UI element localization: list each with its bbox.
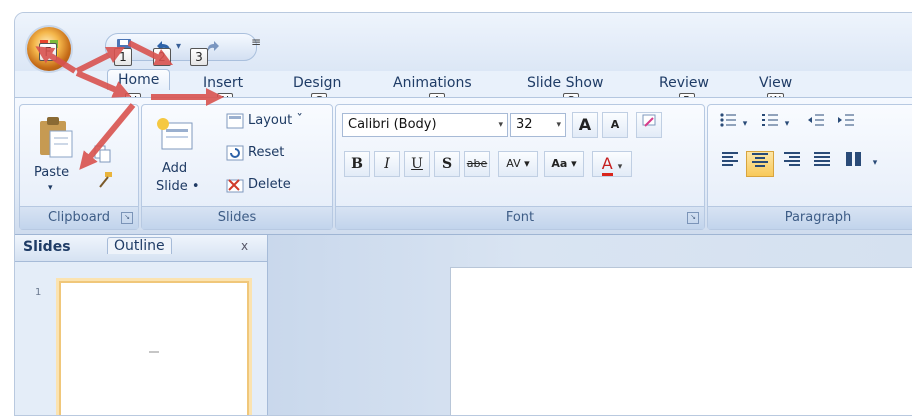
align-right-icon: [784, 152, 800, 166]
tab-review[interactable]: Review: [659, 75, 709, 91]
font-group: Calibri (Body) ▾ 32 ▾ A A B I U S abe AV ▾…: [335, 104, 705, 230]
underline-glyph: U: [411, 156, 423, 172]
layout-button[interactable]: Layout ˇ: [248, 113, 303, 128]
clipboard-group-label: Clipboard ↘: [20, 206, 138, 229]
underline-button[interactable]: U: [404, 151, 430, 177]
pane-tab-strip: Slides Outline x: [15, 235, 267, 262]
format-painter-icon[interactable]: [96, 171, 114, 193]
title-bar: ▾ ≡ F 1 2 3: [15, 13, 912, 71]
paste-icon[interactable]: [36, 115, 76, 165]
font-color-button[interactable]: A ▾: [592, 151, 632, 177]
delete-button[interactable]: Delete: [248, 177, 291, 192]
columns-icon: [846, 152, 861, 166]
center-button[interactable]: [746, 151, 774, 177]
tab-home[interactable]: Home: [107, 69, 171, 90]
tab-view[interactable]: View: [759, 75, 792, 91]
decrease-indent-button[interactable]: [802, 112, 830, 138]
change-case-button[interactable]: Aa ▾: [544, 151, 584, 177]
strikethrough-button[interactable]: abe: [464, 151, 490, 177]
new-slide-button[interactable]: Slide •: [156, 179, 200, 194]
numbering-icon: [762, 114, 778, 126]
tab-slide-show[interactable]: Slide Show: [527, 75, 603, 91]
decrease-indent-icon: [808, 114, 824, 126]
paragraph-group-label: Paragraph: [708, 206, 912, 229]
font-size-combo[interactable]: 32 ▾: [510, 113, 566, 137]
justify-icon: [814, 152, 830, 166]
delete-icon: [226, 177, 244, 197]
tab-slides[interactable]: Slides: [23, 239, 71, 255]
bold-button[interactable]: B: [344, 151, 370, 177]
bullets-icon: [720, 113, 736, 127]
tab-insert[interactable]: Insert: [203, 75, 243, 91]
clipboard-group: Paste ▾ Clipboard ↘: [19, 104, 139, 230]
spacing-glyph: AV: [506, 157, 521, 170]
keytip-qat-2: 2: [153, 48, 171, 66]
keytip-qat-3: 3: [190, 48, 208, 66]
slide-number: 1: [35, 287, 42, 298]
strike-glyph: abe: [466, 157, 488, 170]
powerpoint-window: ▾ ≡ F 1 2 3 Home Insert Design Animation…: [14, 12, 912, 416]
align-left-icon: [722, 152, 738, 166]
bullets-dropdown-icon[interactable]: ▾: [738, 112, 752, 138]
italic-glyph: I: [384, 156, 390, 172]
columns-dropdown-icon[interactable]: ▾: [868, 151, 882, 177]
reset-button[interactable]: Reset: [248, 145, 284, 160]
clear-formatting-icon: [642, 114, 656, 127]
shrink-font-button[interactable]: A: [602, 112, 628, 138]
italic-button[interactable]: I: [374, 151, 400, 177]
tab-outline[interactable]: Outline: [107, 237, 172, 254]
new-slide-icon[interactable]: [156, 117, 194, 157]
columns-button[interactable]: [840, 151, 868, 177]
font-name-dropdown-icon[interactable]: ▾: [498, 114, 503, 136]
tab-design[interactable]: Design: [293, 75, 341, 91]
align-right-button[interactable]: [778, 151, 806, 177]
add-slide-label[interactable]: Add: [162, 161, 187, 176]
slide-thumbnail[interactable]: [59, 281, 249, 415]
font-group-label: Font ↘: [336, 206, 704, 229]
slides-outline-pane: Slides Outline x 1: [15, 235, 268, 415]
align-left-button[interactable]: [716, 151, 744, 177]
thumbnail-placeholder-mark: [149, 351, 159, 353]
bold-glyph: B: [351, 156, 363, 172]
customize-toolbar-icon[interactable]: ≡: [251, 35, 261, 49]
slide-canvas[interactable]: [450, 267, 912, 415]
copy-icon[interactable]: [94, 145, 112, 167]
tab-animations[interactable]: Animations: [393, 75, 472, 91]
slides-group: Add Slide • Layout ˇ Reset Delete Slides: [141, 104, 333, 230]
justify-button[interactable]: [808, 151, 836, 177]
close-pane-icon[interactable]: x: [241, 239, 248, 253]
shadow-glyph: S: [441, 156, 453, 172]
shrink-font-glyph: A: [610, 118, 620, 131]
font-size-value: 32: [516, 117, 533, 132]
font-size-dropdown-icon[interactable]: ▾: [556, 114, 561, 136]
clipboard-dialog-launcher-icon[interactable]: ↘: [121, 212, 133, 224]
paste-dropdown-icon[interactable]: ▾: [48, 183, 53, 193]
keytip-qat-1: 1: [114, 48, 132, 66]
slides-group-label: Slides: [142, 206, 332, 229]
grow-font-button[interactable]: A: [572, 112, 598, 138]
text-shadow-button[interactable]: S: [434, 151, 460, 177]
font-name-value: Calibri (Body): [348, 117, 437, 132]
increase-indent-button[interactable]: [832, 112, 860, 138]
layout-icon: [226, 113, 244, 133]
ribbon: Paste ▾ Clipboard↘ Add Slide • Layout ˇ: [15, 97, 912, 235]
slide-editing-area: [268, 235, 912, 415]
font-name-combo[interactable]: Calibri (Body) ▾: [342, 113, 508, 137]
font-color-dropdown-icon[interactable]: ▾: [618, 162, 623, 172]
paste-button[interactable]: Paste: [34, 165, 69, 180]
font-dialog-launcher-icon[interactable]: ↘: [687, 212, 699, 224]
grow-font-glyph: A: [578, 115, 592, 134]
increase-indent-icon: [838, 114, 854, 126]
reset-icon: [226, 145, 244, 165]
repeat-icon[interactable]: [206, 38, 222, 58]
undo-dropdown-icon[interactable]: ▾: [176, 41, 181, 52]
align-center-icon: [752, 153, 768, 167]
clear-formatting-button[interactable]: [636, 112, 662, 138]
character-spacing-button[interactable]: AV ▾: [498, 151, 538, 177]
case-glyph: Aa: [551, 157, 568, 170]
numbering-dropdown-icon[interactable]: ▾: [780, 112, 794, 138]
font-color-glyph: A: [601, 154, 613, 176]
paragraph-group: ▾ ▾ ▾ Paragraph: [707, 104, 912, 230]
keytip-office: F: [39, 43, 57, 61]
